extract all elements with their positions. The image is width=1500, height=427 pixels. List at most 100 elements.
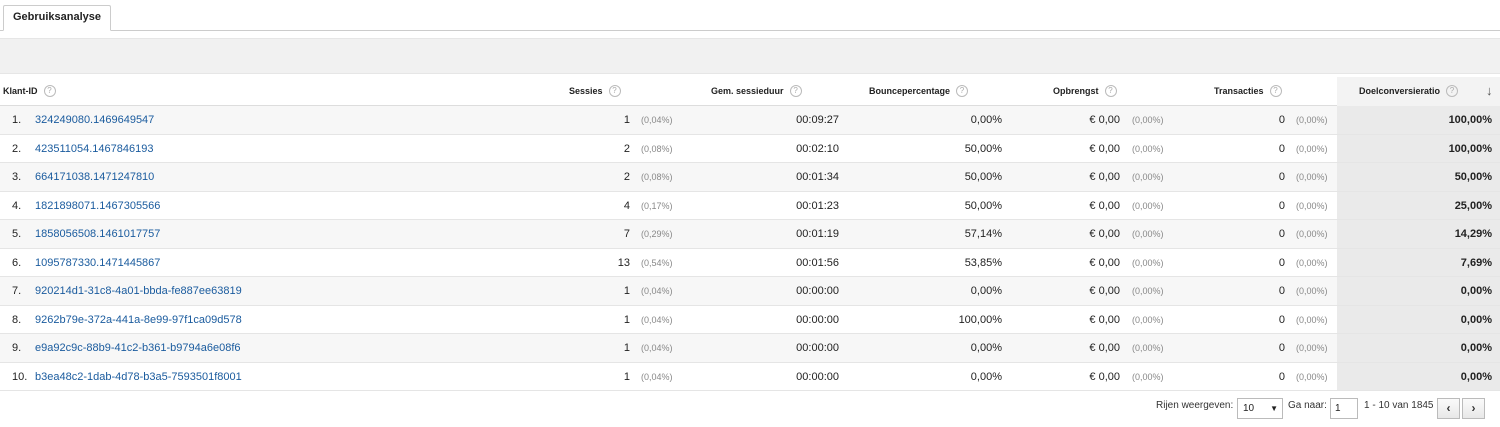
transactions-percent: (0,00%) [1296,286,1328,296]
revenue-value: € 0,00 [1089,256,1120,269]
table-row: 2. 423511054.1467846193 2 (0,08%) 00:02:10 50… [0,134,1500,163]
revenue-percent: (0,00%) [1132,257,1164,268]
table-row: 10. b3ea48c2-1dab-4d78-b3a5-7593501f8001 1… [0,362,1500,391]
bounce-value: 0,00% [970,285,1002,297]
page-range: 1 - 10 van 1845 [1364,400,1434,411]
goto-page-input[interactable]: 1 [1330,398,1358,419]
sessions-percent: (0,04%) [641,286,673,296]
column-header-client-id[interactable]: Klant-ID ? [3,85,56,97]
goal-conversion-value: 25,00% [1454,199,1492,212]
column-header-transactions[interactable]: Transacties ? [1214,85,1282,97]
avg-duration-value: 00:09:27 [796,114,839,126]
tab-usage-analysis[interactable]: Gebruiksanalyse [3,5,111,31]
revenue-percent: (0,00%) [1132,172,1164,182]
revenue-percent: (0,00%) [1132,115,1164,125]
row-index: 10. [12,370,28,383]
rows-per-page-select[interactable]: 10 ▼ [1237,398,1283,419]
client-id-link[interactable]: 9262b79e-372a-441a-8e99-97f1ca09d578 [35,314,242,326]
help-icon[interactable]: ? [956,85,969,97]
revenue-percent: (0,00%) [1132,229,1164,239]
sessions-value: 1 [623,313,630,326]
next-page-button[interactable]: › [1462,398,1485,419]
sessions-percent: (0,04%) [641,343,673,353]
client-id-link[interactable]: 1858056508.1461017757 [35,228,160,240]
client-id-link[interactable]: 920214d1-31c8-4a01-bbda-fe887ee63819 [35,285,242,297]
bounce-value: 50,00% [964,142,1002,155]
sessions-value: 7 [623,228,630,240]
transactions-percent: (0,00%) [1296,115,1328,125]
row-index: 1. [12,114,22,126]
revenue-percent: (0,00%) [1132,343,1164,353]
revenue-value: € 0,00 [1089,285,1120,297]
transactions-percent: (0,00%) [1296,143,1328,154]
revenue-value: € 0,00 [1089,313,1120,326]
client-id-link[interactable]: b3ea48c2-1dab-4d78-b3a5-7593501f8001 [35,371,242,383]
transactions-value: 0 [1278,342,1285,354]
transactions-value: 0 [1278,199,1285,212]
sessions-value: 2 [623,171,630,183]
avg-duration-value: 00:00:00 [796,285,839,297]
table-row: 6. 1095787330.1471445867 13 (0,54%) 00:01:56… [0,248,1500,277]
help-icon[interactable]: ? [789,85,802,97]
column-header-bounce[interactable]: Bouncepercentage ? [869,85,969,97]
table-row: 9. e9a92c9c-88b9-41c2-b361-b9794a6e08f6 1 (… [0,334,1500,363]
client-id-link[interactable]: 1821898071.1467305566 [35,200,160,212]
revenue-value: € 0,00 [1089,114,1120,126]
avg-duration-value: 00:00:00 [796,370,839,383]
help-icon[interactable]: ? [1446,85,1459,97]
sessions-value: 1 [623,285,630,297]
table-row: 8. 9262b79e-372a-441a-8e99-97f1ca09d578 1 (… [0,305,1500,334]
avg-duration-value: 00:01:56 [796,256,839,269]
sessions-value: 1 [623,114,630,126]
row-index: 7. [12,285,22,297]
bounce-value: 53,85% [964,256,1002,269]
goal-conversion-value: 0,00% [1460,370,1492,383]
sessions-value: 1 [623,342,630,354]
sessions-percent: (0,17%) [641,200,673,211]
help-icon[interactable]: ? [1104,85,1117,97]
column-header-revenue[interactable]: Opbrengst ? [1053,85,1117,97]
help-icon[interactable]: ? [43,85,56,97]
sessions-value: 4 [623,199,630,212]
bounce-value: 57,14% [964,228,1002,240]
revenue-value: € 0,00 [1089,171,1120,183]
sessions-value: 13 [617,256,630,269]
row-index: 3. [12,171,22,183]
bounce-value: 100,00% [958,313,1002,326]
client-id-link[interactable]: 664171038.1471247810 [35,171,154,183]
row-index: 9. [12,342,22,354]
column-header-avg-duration[interactable]: Gem. sessieduur ? [711,85,802,97]
bounce-value: 0,00% [970,370,1002,383]
help-icon[interactable]: ? [1269,85,1282,97]
revenue-value: € 0,00 [1089,342,1120,354]
revenue-value: € 0,00 [1089,370,1120,383]
avg-duration-value: 00:01:23 [796,199,839,212]
client-id-link[interactable]: 423511054.1467846193 [35,143,153,155]
sessions-percent: (0,29%) [641,229,673,239]
transactions-percent: (0,00%) [1296,172,1328,182]
column-header-sessions[interactable]: Sessies ? [569,85,621,97]
goal-conversion-value: 0,00% [1460,285,1492,297]
avg-duration-value: 00:02:10 [796,142,839,155]
bounce-value: 50,00% [964,171,1002,183]
revenue-percent: (0,00%) [1132,200,1164,211]
revenue-value: € 0,00 [1089,199,1120,212]
prev-page-button[interactable]: ‹ [1437,398,1460,419]
goal-conversion-value: 14,29% [1454,228,1492,240]
avg-duration-value: 00:01:34 [796,171,839,183]
help-icon[interactable]: ? [608,85,621,97]
bounce-value: 0,00% [970,342,1002,354]
goal-conversion-value: 50,00% [1454,171,1492,183]
revenue-percent: (0,00%) [1132,286,1164,296]
toolbar-area [0,38,1500,74]
client-id-link[interactable]: 324249080.1469649547 [35,114,154,126]
caret-down-icon: ▼ [1270,404,1278,413]
goal-conversion-value: 100,00% [1448,114,1492,126]
sort-descending-icon[interactable]: ↓ [1486,83,1493,98]
column-header-goal-conversion[interactable]: Doelconversieratio ? [1359,85,1459,97]
client-id-link[interactable]: e9a92c9c-88b9-41c2-b361-b9794a6e08f6 [35,342,241,354]
client-id-link[interactable]: 1095787330.1471445867 [35,257,160,269]
sessions-percent: (0,08%) [641,143,673,154]
row-index: 8. [12,313,22,326]
revenue-percent: (0,00%) [1132,371,1164,382]
